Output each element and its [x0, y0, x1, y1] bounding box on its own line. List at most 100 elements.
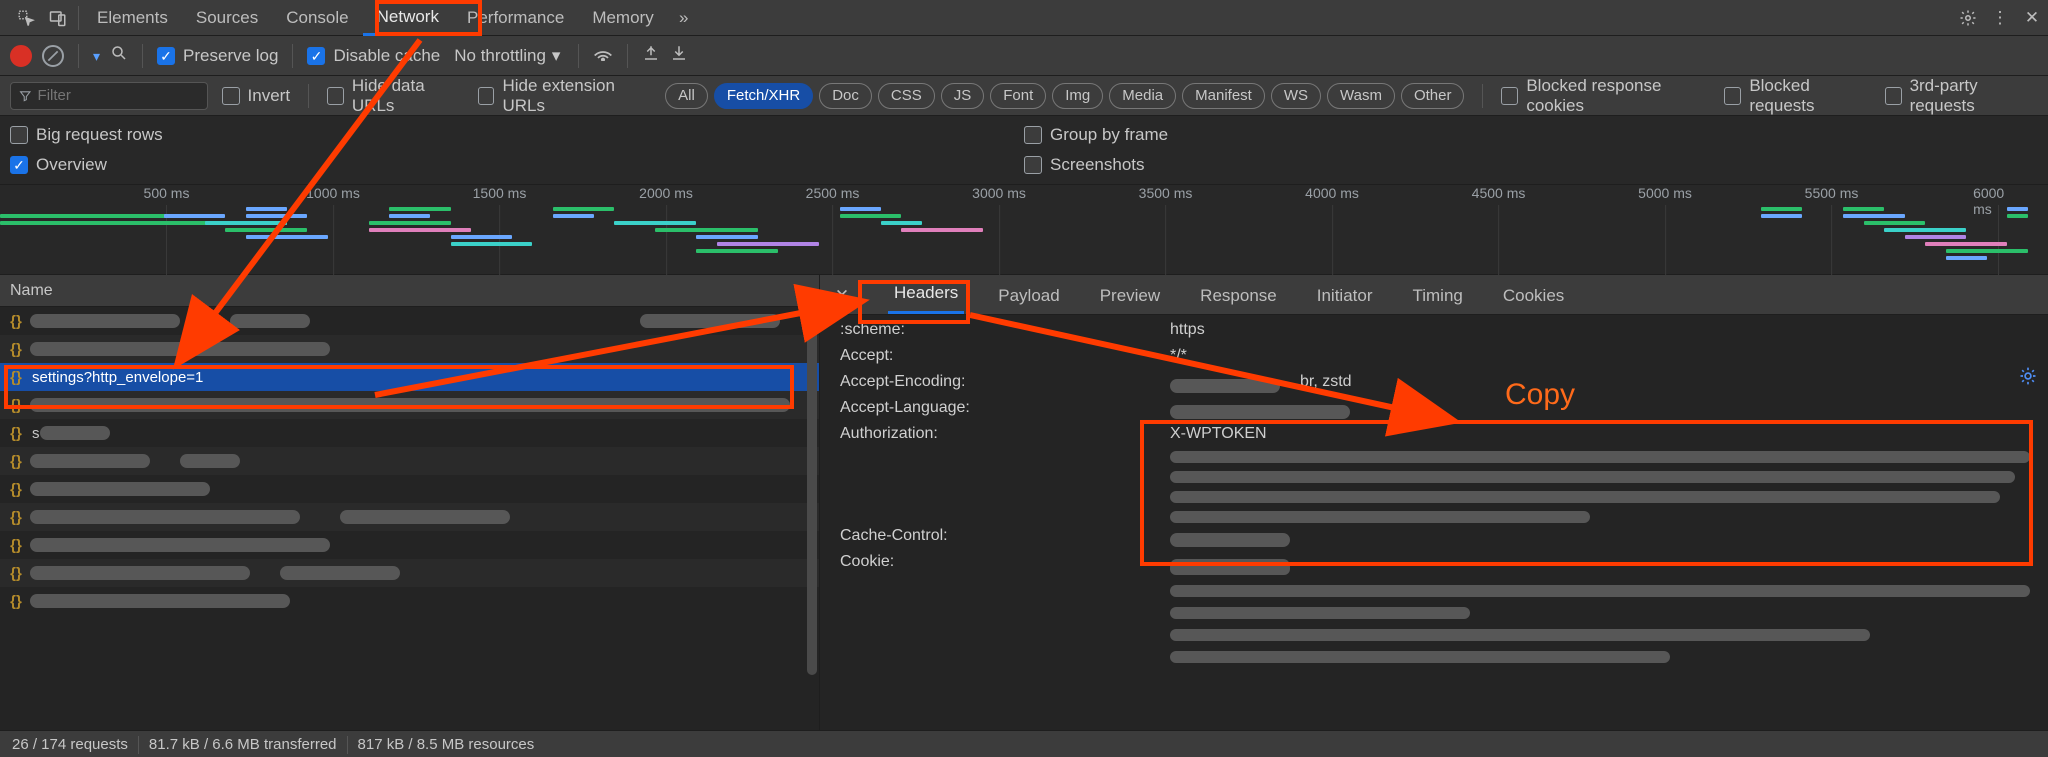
- network-split-view: Name {}{}{}settings?http_envelope=1{}{}s…: [0, 275, 2048, 730]
- pill-all[interactable]: All: [665, 83, 708, 109]
- device-toolbar-icon[interactable]: [42, 2, 74, 34]
- disable-cache-checkbox[interactable]: Disable cache: [307, 46, 440, 66]
- timeline-tick: 500 ms: [144, 185, 190, 201]
- status-bar: 26 / 174 requests 81.7 kB / 6.6 MB trans…: [0, 730, 2048, 757]
- network-conditions-icon[interactable]: [593, 45, 613, 66]
- tab-performance[interactable]: Performance: [453, 0, 578, 36]
- pill-font[interactable]: Font: [990, 83, 1046, 109]
- header-value: */*: [1170, 347, 2048, 365]
- header-key: Accept:: [840, 347, 1150, 365]
- hide-extension-urls-checkbox[interactable]: Hide extension URLs: [478, 76, 652, 116]
- network-timeline-overview[interactable]: 500 ms1000 ms1500 ms2000 ms2500 ms3000 m…: [0, 185, 2048, 275]
- timeline-tick: 3500 ms: [1139, 185, 1193, 201]
- third-party-checkbox[interactable]: 3rd-party requests: [1885, 76, 2038, 116]
- pill-manifest[interactable]: Manifest: [1182, 83, 1265, 109]
- request-row[interactable]: {}: [0, 391, 819, 419]
- header-key: Accept-Encoding:: [840, 373, 1150, 391]
- request-row[interactable]: {}: [0, 335, 819, 363]
- clear-button[interactable]: [42, 45, 64, 67]
- request-name: s: [32, 425, 40, 442]
- timeline-tick: 1500 ms: [473, 185, 527, 201]
- overview-checkbox[interactable]: Overview: [10, 150, 1024, 180]
- pill-media[interactable]: Media: [1109, 83, 1176, 109]
- details-tab-payload[interactable]: Payload: [992, 286, 1065, 314]
- throttling-dropdown[interactable]: No throttling ▾: [450, 44, 564, 68]
- header-key: Cache-Control:: [840, 527, 1150, 545]
- pill-fetch-xhr[interactable]: Fetch/XHR: [714, 83, 813, 109]
- export-har-icon[interactable]: [642, 44, 660, 67]
- chevron-down-icon: ▾: [552, 46, 561, 66]
- network-toolbar: Preserve log Disable cache No throttling…: [0, 36, 2048, 76]
- funnel-icon: [19, 89, 32, 103]
- request-row[interactable]: {}: [0, 587, 819, 615]
- request-row[interactable]: {}: [0, 447, 819, 475]
- pill-ws[interactable]: WS: [1271, 83, 1321, 109]
- network-filter-bar: Invert Hide data URLs Hide extension URL…: [0, 76, 2048, 116]
- timeline-tick: 5500 ms: [1805, 185, 1859, 201]
- scrollbar[interactable]: [807, 315, 817, 675]
- close-details-icon[interactable]: ✕: [830, 284, 854, 308]
- tab-console[interactable]: Console: [272, 0, 362, 36]
- json-file-icon: {}: [8, 341, 24, 357]
- timeline-tick: 5000 ms: [1638, 185, 1692, 201]
- pill-img[interactable]: Img: [1052, 83, 1103, 109]
- details-tab-headers[interactable]: Headers: [888, 283, 964, 314]
- pill-js[interactable]: JS: [941, 83, 985, 109]
- import-har-icon[interactable]: [670, 44, 688, 67]
- filter-input-wrapper[interactable]: [10, 82, 208, 110]
- header-row: Accept: */*: [840, 345, 2048, 371]
- timeline-tick: 1000 ms: [306, 185, 360, 201]
- pill-css[interactable]: CSS: [878, 83, 935, 109]
- status-requests: 26 / 174 requests: [12, 736, 128, 753]
- details-tab-preview[interactable]: Preview: [1094, 286, 1166, 314]
- json-file-icon: {}: [8, 509, 24, 525]
- json-file-icon: {}: [8, 313, 24, 329]
- filter-input[interactable]: [38, 87, 199, 104]
- settings-gear-icon[interactable]: [1952, 2, 1984, 34]
- filter-toggle-icon[interactable]: [93, 46, 100, 66]
- header-key: Authorization:: [840, 425, 1150, 443]
- pill-wasm[interactable]: Wasm: [1327, 83, 1395, 109]
- tab-memory[interactable]: Memory: [578, 0, 667, 36]
- tab-sources[interactable]: Sources: [182, 0, 272, 36]
- more-tabs-chevron-icon[interactable]: »: [668, 2, 700, 34]
- request-row[interactable]: {}: [0, 475, 819, 503]
- request-row[interactable]: {}settings?http_envelope=1: [0, 363, 819, 391]
- request-row[interactable]: {} s: [0, 419, 819, 447]
- pill-other[interactable]: Other: [1401, 83, 1465, 109]
- request-row[interactable]: {}: [0, 531, 819, 559]
- blocked-cookies-checkbox[interactable]: Blocked response cookies: [1501, 76, 1710, 116]
- preserve-log-checkbox[interactable]: Preserve log: [157, 46, 278, 66]
- group-by-frame-checkbox[interactable]: Group by frame: [1024, 120, 2038, 150]
- blocked-requests-checkbox[interactable]: Blocked requests: [1724, 76, 1870, 116]
- kebab-menu-icon[interactable]: ⋮: [1984, 2, 2016, 34]
- tab-elements[interactable]: Elements: [83, 0, 182, 36]
- hide-data-urls-checkbox[interactable]: Hide data URLs: [327, 76, 464, 116]
- screenshots-checkbox[interactable]: Screenshots: [1024, 150, 2038, 180]
- timeline-tick: 2500 ms: [806, 185, 860, 201]
- record-button[interactable]: [10, 45, 32, 67]
- tab-network[interactable]: Network: [363, 0, 453, 36]
- network-options: Big request rows Group by frame Overview…: [0, 116, 2048, 185]
- details-tab-response[interactable]: Response: [1194, 286, 1283, 314]
- search-icon[interactable]: [110, 44, 128, 67]
- big-rows-checkbox[interactable]: Big request rows: [10, 120, 1024, 150]
- details-tab-timing[interactable]: Timing: [1406, 286, 1468, 314]
- json-file-icon: {}: [8, 425, 24, 441]
- request-details-panel: ✕ Headers Payload Preview Response Initi…: [820, 275, 2048, 730]
- pill-doc[interactable]: Doc: [819, 83, 872, 109]
- header-row: :scheme:https: [840, 319, 2048, 345]
- json-file-icon: {}: [8, 537, 24, 553]
- throttling-label: No throttling: [454, 46, 546, 66]
- inspect-element-icon[interactable]: [10, 2, 42, 34]
- request-row[interactable]: {}: [0, 307, 819, 335]
- request-row[interactable]: {}: [0, 559, 819, 587]
- details-tab-cookies[interactable]: Cookies: [1497, 286, 1570, 314]
- request-row[interactable]: {}: [0, 503, 819, 531]
- details-tab-initiator[interactable]: Initiator: [1311, 286, 1379, 314]
- invert-checkbox[interactable]: Invert: [222, 86, 291, 106]
- request-list-panel: Name {}{}{}settings?http_envelope=1{}{}s…: [0, 275, 820, 730]
- request-name: settings?http_envelope=1: [32, 369, 203, 386]
- name-column-header[interactable]: Name: [0, 275, 819, 307]
- json-file-icon: {}: [8, 593, 24, 609]
